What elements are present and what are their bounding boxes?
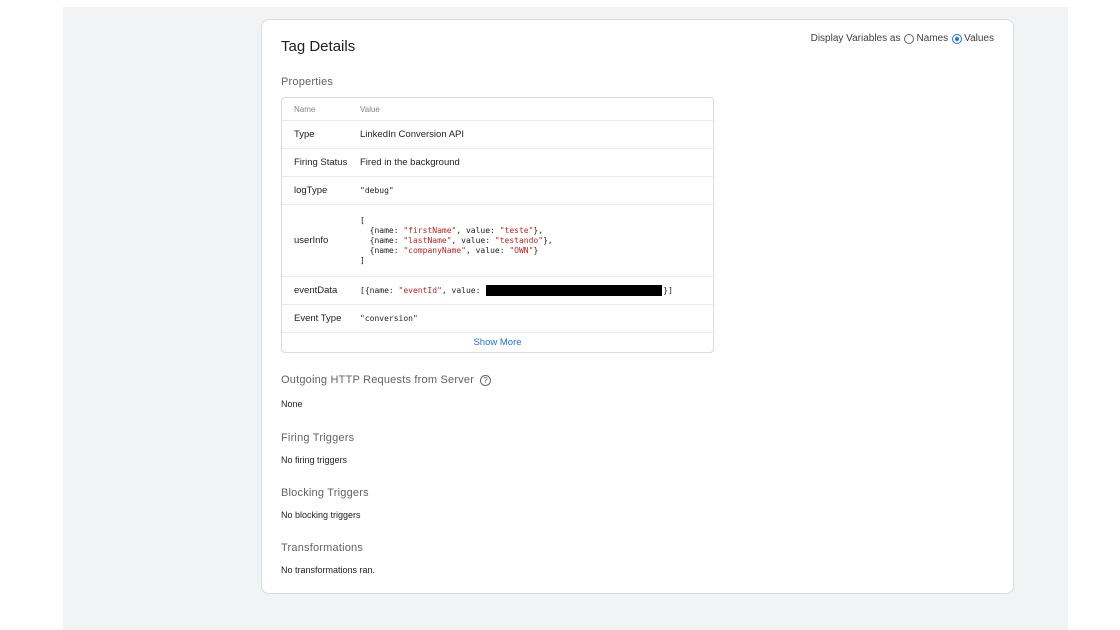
outgoing-requests-heading: Outgoing HTTP Requests from Server? [281,374,492,386]
values-radio[interactable] [952,33,963,44]
property-name: logType [294,185,328,196]
userinfo-line: {name: "companyName", value: "OWN"} [360,245,539,255]
table-row: userInfo [ {name: "firstName", value: "t… [282,205,713,277]
property-value: [ {name: "firstName", value: "teste"}, {… [360,216,713,266]
blocking-triggers-value: No blocking triggers [281,510,361,520]
table-row: Type LinkedIn Conversion API [282,121,713,149]
eventdata-prefix: [{name: "eventId", value: [360,286,486,295]
userinfo-line: {name: "firstName", value: "teste"}, [360,225,544,235]
table-header: Name Value [282,98,713,121]
show-more-link[interactable]: Show More [473,337,521,348]
redaction-bar [486,285,663,296]
property-name: eventData [294,285,338,296]
transformations-heading: Transformations [281,542,364,554]
property-value: [{name: "eventId", value: }] [360,285,713,296]
property-name: Event Type [294,313,342,324]
names-radio[interactable] [904,33,915,44]
display-variables-label: Display Variables as [810,33,901,44]
table-row: eventData [{name: "eventId", value: }] [282,277,713,305]
card-title: Tag Details [281,38,356,55]
blocking-triggers-heading: Blocking Triggers [281,487,369,499]
eventdata-suffix: }] [663,286,673,295]
transformations-value: No transformations ran. [281,565,376,575]
firing-triggers-heading: Firing Triggers [281,432,355,444]
outgoing-requests-label: Outgoing HTTP Requests from Server [281,374,475,386]
outgoing-requests-value: None [281,399,303,409]
names-radio-label[interactable]: Names [916,33,948,44]
values-radio-label[interactable]: Values [964,33,994,44]
userinfo-line: {name: "lastName", value: "testando"}, [360,235,553,245]
property-value: "debug" [360,186,394,195]
table-row: Event Type "conversion" [282,305,713,333]
property-name: Type [294,129,315,140]
table-row: logType "debug" [282,177,713,205]
tag-details-card: Tag Details Display Variables as Names V… [261,19,1014,594]
name-column-header: Name [294,104,316,114]
property-value: LinkedIn Conversion API [360,129,465,140]
value-column-header: Value [360,104,380,114]
table-row: Firing Status Fired in the background [282,149,713,177]
userinfo-line: ] [360,255,365,265]
property-name: Firing Status [294,157,348,168]
properties-heading: Properties [281,76,334,88]
property-name: userInfo [294,235,329,246]
properties-table: Name Value Type LinkedIn Conversion API … [281,97,714,353]
property-value: Fired in the background [360,157,460,168]
show-more-row: Show More [282,333,713,352]
firing-triggers-value: No firing triggers [281,455,348,465]
display-variables-toggle: Display Variables as Names Values [811,33,994,44]
property-value: "conversion" [360,314,418,323]
help-icon[interactable]: ? [480,374,492,386]
userinfo-line: [ [360,215,365,225]
